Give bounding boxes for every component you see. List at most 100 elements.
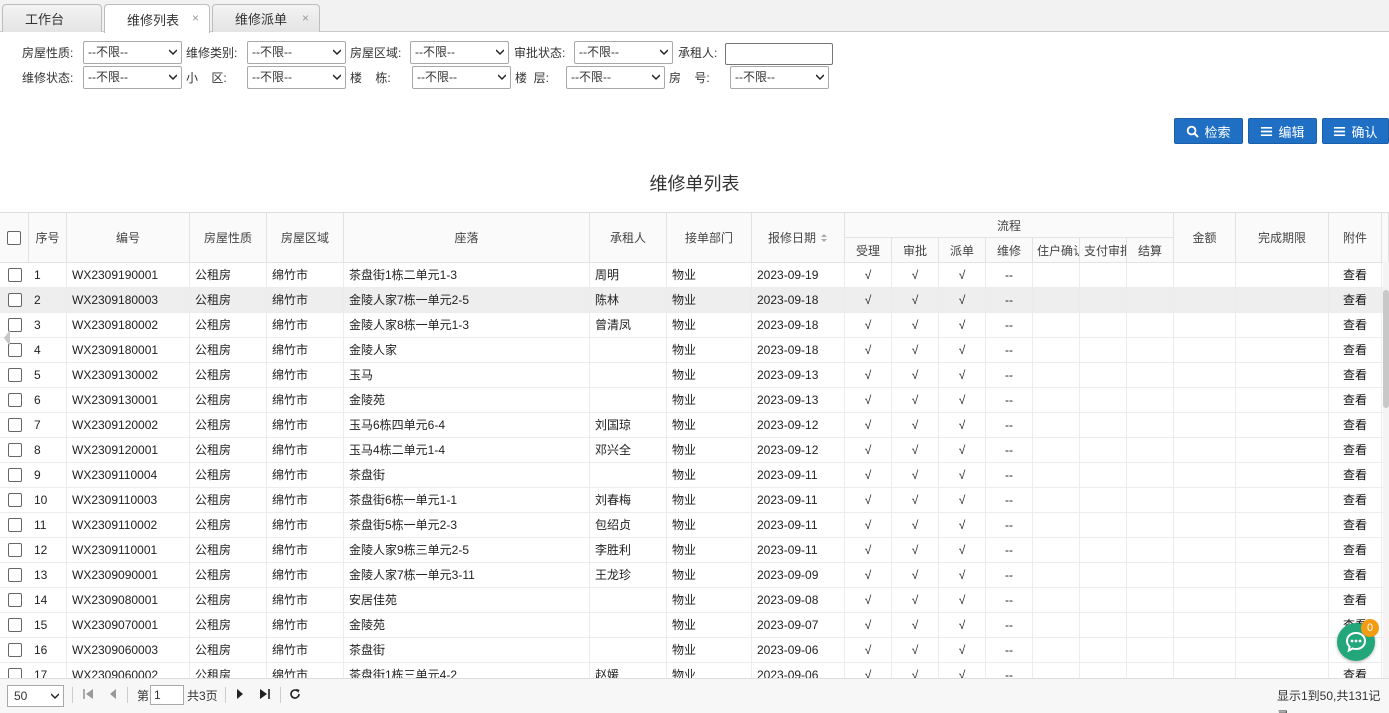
view-attachment-link[interactable]: 查看 xyxy=(1329,413,1382,438)
cell-tenant: 赵媛 xyxy=(590,663,667,678)
confirm-button[interactable]: 确认 xyxy=(1322,118,1389,144)
cell-seq: 16 xyxy=(29,638,67,663)
collapse-sidebar-icon[interactable] xyxy=(0,318,12,358)
cell-date: 2023-09-11 xyxy=(752,488,845,513)
next-page-icon[interactable] xyxy=(234,688,246,700)
cell-flow-repair: -- xyxy=(986,563,1033,588)
row-checkbox[interactable] xyxy=(8,543,22,557)
table-row[interactable]: 1 WX2309190001 公租房 绵竹市 茶盘街1栋二单元1-3 周明 物业 2023-0… xyxy=(0,263,1389,288)
select-all-checkbox[interactable] xyxy=(7,230,21,245)
cell-code: WX2309130002 xyxy=(67,363,190,388)
view-attachment-link[interactable]: 查看 xyxy=(1329,588,1382,613)
page-number-input[interactable]: 1 xyxy=(150,685,184,705)
header-select-all[interactable] xyxy=(0,213,29,263)
row-checkbox[interactable] xyxy=(8,593,22,607)
view-attachment-link[interactable]: 查看 xyxy=(1329,388,1382,413)
row-checkbox[interactable] xyxy=(8,643,22,657)
view-attachment-link[interactable]: 查看 xyxy=(1329,563,1382,588)
cell-tenant xyxy=(590,338,667,363)
cell-flow-accept: √ xyxy=(845,288,892,313)
row-checkbox[interactable] xyxy=(8,268,22,282)
last-page-icon[interactable] xyxy=(259,688,271,700)
tab-repair-list[interactable]: 维修列表 × xyxy=(104,4,210,33)
close-icon[interactable]: × xyxy=(192,11,199,25)
table-row[interactable]: 4 WX2309180001 公租房 绵竹市 金陵人家 物业 2023-09-18 √ √ √ --… xyxy=(0,338,1389,363)
cell-flow-repair: -- xyxy=(986,638,1033,663)
table-row[interactable]: 17 WX2309060002 公租房 绵竹市 茶盘街1栋三单元4-2 赵媛 物业 2023-… xyxy=(0,663,1389,678)
cell-flow-dispatch: √ xyxy=(939,313,986,338)
cell-seq: 13 xyxy=(29,563,67,588)
search-button[interactable]: 检索 xyxy=(1174,118,1243,144)
view-attachment-link[interactable]: 查看 xyxy=(1329,538,1382,563)
cell-tenant: 邓兴全 xyxy=(590,438,667,463)
table-row[interactable]: 5 WX2309130002 公租房 绵竹市 玉马 物业 2023-09-13 √ √ √ -- 查看 xyxy=(0,363,1389,388)
row-checkbox[interactable] xyxy=(8,393,22,407)
prev-page-icon[interactable] xyxy=(107,688,119,700)
row-checkbox[interactable] xyxy=(8,493,22,507)
table-row[interactable]: 2 WX2309180003 公租房 绵竹市 金陵人家7栋一单元2-5 陈林 物业 2023-… xyxy=(0,288,1389,313)
approval-status-select[interactable]: --不限-- xyxy=(574,41,673,64)
cell-flow-dispatch: √ xyxy=(939,288,986,313)
table-row[interactable]: 8 WX2309120001 公租房 绵竹市 玉马4栋二单元1-4 邓兴全 物业 2023-0… xyxy=(0,438,1389,463)
header-date[interactable]: 报修日期 xyxy=(752,213,845,263)
view-attachment-link[interactable]: 查看 xyxy=(1329,463,1382,488)
view-attachment-link[interactable]: 查看 xyxy=(1329,263,1382,288)
table-row[interactable]: 14 WX2309080001 公租房 绵竹市 安居佳苑 物业 2023-09-08 √ √ √ -… xyxy=(0,588,1389,613)
tab-workbench[interactable]: 工作台 xyxy=(2,4,102,32)
view-attachment-link[interactable]: 查看 xyxy=(1329,438,1382,463)
first-page-icon[interactable] xyxy=(82,688,94,700)
table-row[interactable]: 7 WX2309120002 公租房 绵竹市 玉马6栋四单元6-4 刘国琼 物业 2023-0… xyxy=(0,413,1389,438)
tenant-input[interactable] xyxy=(725,43,833,65)
repair-status-select[interactable]: --不限-- xyxy=(83,66,182,89)
table-row[interactable]: 10 WX2309110003 公租房 绵竹市 茶盘街6栋一单元1-1 刘春梅 物业 2023… xyxy=(0,488,1389,513)
room-select[interactable]: --不限-- xyxy=(730,66,829,89)
row-checkbox[interactable] xyxy=(8,518,22,532)
repair-type-select[interactable]: --不限-- xyxy=(247,41,346,64)
table-row[interactable]: 16 WX2309060003 公租房 绵竹市 茶盘街 物业 2023-09-06 √ √ √ --… xyxy=(0,638,1389,663)
table-row[interactable]: 13 WX2309090001 公租房 绵竹市 金陵人家7栋一单元3-11 王龙珍 物业 20… xyxy=(0,563,1389,588)
view-attachment-link[interactable]: 查看 xyxy=(1329,338,1382,363)
table-row[interactable]: 11 WX2309110002 公租房 绵竹市 茶盘街5栋一单元2-3 包绍贞 物业 2023… xyxy=(0,513,1389,538)
building-select[interactable]: --不限-- xyxy=(412,66,511,89)
table-row[interactable]: 15 WX2309070001 公租房 绵竹市 金陵苑 物业 2023-09-07 √ √ √ --… xyxy=(0,613,1389,638)
table-row[interactable]: 9 WX2309110004 公租房 绵竹市 茶盘街 物业 2023-09-11 √ √ √ -- 查… xyxy=(0,463,1389,488)
edit-button[interactable]: 编辑 xyxy=(1248,118,1317,144)
scrollbar-thumb[interactable] xyxy=(1383,290,1389,408)
floor-select[interactable]: --不限-- xyxy=(566,66,665,89)
cell-code: WX2309180003 xyxy=(67,288,190,313)
view-attachment-link[interactable]: 查看 xyxy=(1329,363,1382,388)
row-checkbox[interactable] xyxy=(8,468,22,482)
view-attachment-link[interactable]: 查看 xyxy=(1329,288,1382,313)
table-row[interactable]: 6 WX2309130001 公租房 绵竹市 金陵苑 物业 2023-09-13 √ √ √ -- 查… xyxy=(0,388,1389,413)
row-checkbox[interactable] xyxy=(8,568,22,582)
view-attachment-link[interactable]: 查看 xyxy=(1329,513,1382,538)
house-nature-select[interactable]: --不限-- xyxy=(83,41,182,64)
page-size-select[interactable]: 50 xyxy=(7,685,64,707)
cell-deadline xyxy=(1236,338,1329,363)
row-checkbox[interactable] xyxy=(8,443,22,457)
table-row[interactable]: 12 WX2309110001 公租房 绵竹市 金陵人家9栋三单元2-5 李胜利 物业 202… xyxy=(0,538,1389,563)
cell-area: 绵竹市 xyxy=(267,363,344,388)
row-checkbox[interactable] xyxy=(8,668,22,678)
row-checkbox[interactable] xyxy=(8,368,22,382)
house-area-select[interactable]: --不限-- xyxy=(410,41,509,64)
community-select[interactable]: --不限-- xyxy=(247,66,346,89)
cell-code: WX2309080001 xyxy=(67,588,190,613)
row-checkbox[interactable] xyxy=(8,418,22,432)
tab-repair-dispatch[interactable]: 维修派单 × xyxy=(212,4,320,32)
sort-icon[interactable] xyxy=(820,233,828,243)
cell-deadline xyxy=(1236,263,1329,288)
row-checkbox[interactable] xyxy=(8,618,22,632)
menu-icon xyxy=(1334,126,1346,136)
view-attachment-link[interactable]: 查看 xyxy=(1329,663,1382,678)
cell-nature: 公租房 xyxy=(190,638,267,663)
table-row[interactable]: 3 WX2309180002 公租房 绵竹市 金陵人家8栋一单元1-3 曾清凤 物业 2023… xyxy=(0,313,1389,338)
cell-tenant: 陈林 xyxy=(590,288,667,313)
cell-dept: 物业 xyxy=(667,463,752,488)
close-icon[interactable]: × xyxy=(302,11,309,25)
row-checkbox[interactable] xyxy=(8,293,22,307)
cell-flow-repair: -- xyxy=(986,488,1033,513)
refresh-icon[interactable] xyxy=(289,688,301,700)
view-attachment-link[interactable]: 查看 xyxy=(1329,313,1382,338)
view-attachment-link[interactable]: 查看 xyxy=(1329,488,1382,513)
